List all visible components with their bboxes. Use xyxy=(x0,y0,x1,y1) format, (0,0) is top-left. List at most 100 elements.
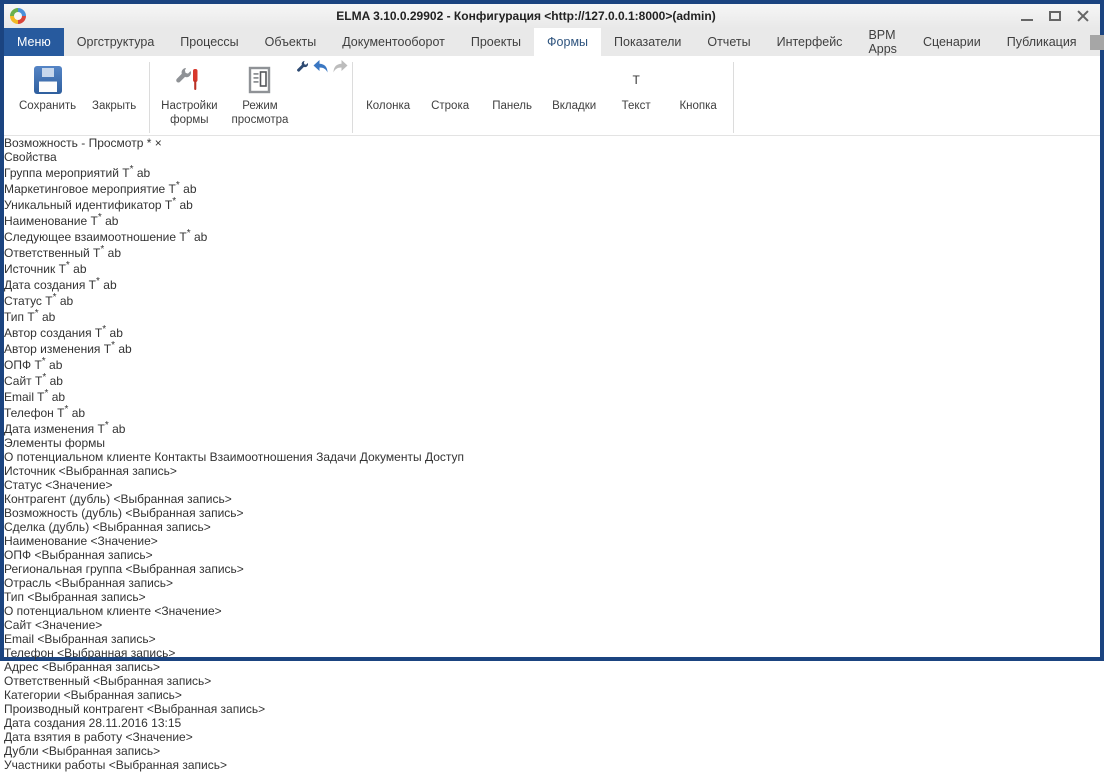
field-value[interactable]: <Выбранная запись> xyxy=(42,660,160,674)
field-value[interactable]: <Выбранная запись> xyxy=(109,758,227,772)
property-row[interactable]: Ответственный T* ab xyxy=(4,244,1100,260)
ab-text-icon[interactable]: ab xyxy=(110,326,123,340)
quick-settings-button[interactable] xyxy=(295,63,312,77)
element-row-button[interactable]: Строка xyxy=(419,60,481,118)
document-tab[interactable]: Возможность - Просмотр * × xyxy=(4,136,162,150)
left-column-panel[interactable]: Источник <Выбранная запись> Статус <Знач… xyxy=(4,464,1100,618)
field-value[interactable]: <Выбранная запись> xyxy=(37,632,155,646)
required-text-icon[interactable]: T* xyxy=(104,342,115,356)
field-value[interactable]: <Значение> xyxy=(45,478,112,492)
required-text-icon[interactable]: T* xyxy=(93,246,104,260)
field-value[interactable]: <Выбранная запись> xyxy=(147,702,265,716)
max-toggle-knob[interactable] xyxy=(1090,35,1104,50)
field-value[interactable]: <Значение> xyxy=(91,534,158,548)
field-value[interactable]: <Выбранная запись> xyxy=(34,548,152,562)
undo-button[interactable] xyxy=(313,63,332,77)
form-field-row[interactable]: Региональная группа <Выбранная запись> xyxy=(4,562,1100,576)
form-tab[interactable]: Задачи xyxy=(316,450,356,464)
ab-text-icon[interactable]: ab xyxy=(108,246,121,260)
ab-text-icon[interactable]: ab xyxy=(50,374,63,388)
form-field-row[interactable]: Адрес <Выбранная запись> xyxy=(4,660,1100,674)
required-text-icon[interactable]: T* xyxy=(165,198,176,212)
field-value[interactable]: <Выбранная запись> xyxy=(64,688,182,702)
menu-tab[interactable]: Меню xyxy=(4,28,64,56)
field-value[interactable]: <Выбранная запись> xyxy=(57,646,175,660)
required-text-icon[interactable]: T* xyxy=(34,358,45,372)
element-tabs-button[interactable]: Вкладки xyxy=(543,60,605,118)
form-field-row[interactable]: Дата взятия в работу <Значение> xyxy=(4,730,1100,744)
ab-text-icon[interactable]: ab xyxy=(103,278,116,292)
form-field-row[interactable]: Участники работы <Выбранная запись> xyxy=(4,758,1100,772)
form-field-row[interactable]: Контрагент (дубль) <Выбранная запись> xyxy=(4,492,1100,506)
property-row[interactable]: Наименование T* ab xyxy=(4,212,1100,228)
save-button[interactable]: Сохранить xyxy=(12,60,83,118)
required-text-icon[interactable]: T* xyxy=(122,166,133,180)
ab-text-icon[interactable]: ab xyxy=(42,310,55,324)
form-field-row[interactable]: О потенциальном клиенте <Значение> xyxy=(4,604,1100,618)
menu-tab[interactable]: Документооборот xyxy=(329,28,458,56)
required-text-icon[interactable]: T* xyxy=(27,310,38,324)
property-row[interactable]: Дата создания T* ab xyxy=(4,276,1100,292)
menu-tab[interactable]: Процессы xyxy=(167,28,251,56)
form-field-row[interactable]: Тип <Выбранная запись> xyxy=(4,590,1100,604)
field-value[interactable]: <Выбранная запись> xyxy=(126,562,244,576)
property-row[interactable]: Автор изменения T* ab xyxy=(4,340,1100,356)
property-row[interactable]: Следующее взаимоотношение T* ab xyxy=(4,228,1100,244)
form-tab[interactable]: Документы xyxy=(360,450,422,464)
form-tab[interactable]: О потенциальном клиенте xyxy=(4,450,151,464)
ab-text-icon[interactable]: ab xyxy=(180,198,193,212)
property-row[interactable]: Email T* ab xyxy=(4,388,1100,404)
required-text-icon[interactable]: T* xyxy=(45,294,56,308)
menu-tab[interactable]: Интерфейс xyxy=(764,28,856,56)
menu-tab[interactable]: Проекты xyxy=(458,28,534,56)
menu-tab[interactable]: Отчеты xyxy=(694,28,763,56)
field-value[interactable]: <Выбранная запись> xyxy=(113,492,231,506)
required-text-icon[interactable]: T* xyxy=(89,278,100,292)
property-row[interactable]: ОПФ T* ab xyxy=(4,356,1100,372)
element-column-button[interactable]: Колонка xyxy=(357,60,419,118)
property-row[interactable]: Статус T* ab xyxy=(4,292,1100,308)
selected-tabs-container[interactable]: О потенциальном клиенте Контакты Взаимоо… xyxy=(4,450,1100,772)
property-row[interactable]: Уникальный идентификатор T* ab xyxy=(4,196,1100,212)
field-value[interactable]: <Выбранная запись> xyxy=(93,674,211,688)
menu-tab[interactable]: Сценарии xyxy=(910,28,994,56)
maximize-button[interactable] xyxy=(1048,10,1062,22)
ab-text-icon[interactable]: ab xyxy=(183,182,196,196)
required-text-icon[interactable]: T* xyxy=(37,390,48,404)
form-field-row[interactable]: Сайт <Значение> xyxy=(4,618,1100,632)
form-tab[interactable]: Доступ xyxy=(425,450,464,464)
property-row[interactable]: Сайт T* ab xyxy=(4,372,1100,388)
ab-text-icon[interactable]: ab xyxy=(137,166,150,180)
ab-text-icon[interactable]: ab xyxy=(72,406,85,420)
required-text-icon[interactable]: T* xyxy=(98,422,109,436)
minimize-button[interactable] xyxy=(1020,10,1034,22)
element-text-button[interactable]: T Текст xyxy=(605,60,667,118)
required-text-icon[interactable]: T* xyxy=(95,326,106,340)
required-text-icon[interactable]: T* xyxy=(169,182,180,196)
form-field-row[interactable]: Телефон <Выбранная запись> xyxy=(4,646,1100,660)
field-value[interactable]: <Выбранная запись> xyxy=(93,520,211,534)
property-row[interactable]: Телефон T* ab xyxy=(4,404,1100,420)
ab-text-icon[interactable]: ab xyxy=(112,422,125,436)
form-field-row[interactable]: Источник <Выбранная запись> xyxy=(4,464,1100,478)
menu-tab[interactable]: BPM Apps xyxy=(855,28,910,56)
document-tab-close-icon[interactable]: × xyxy=(155,136,162,150)
menu-tab[interactable]: Формы xyxy=(534,28,601,56)
ab-text-icon[interactable]: ab xyxy=(194,230,207,244)
form-tab[interactable]: Взаимоотношения xyxy=(210,450,313,464)
required-text-icon[interactable]: T* xyxy=(57,406,68,420)
ab-text-icon[interactable]: ab xyxy=(118,342,131,356)
redo-button[interactable] xyxy=(332,63,348,77)
form-settings-button[interactable]: Настройки формы xyxy=(154,60,224,132)
form-field-row[interactable]: Дубли <Выбранная запись> xyxy=(4,744,1100,758)
form-elements-section[interactable]: Элементы формы xyxy=(4,436,1100,450)
field-value[interactable]: <Выбранная запись> xyxy=(27,590,145,604)
form-field-row[interactable]: Дата создания 28.11.2016 13:15 xyxy=(4,716,1100,730)
property-row[interactable]: Тип T* ab xyxy=(4,308,1100,324)
property-row[interactable]: Маркетинговое мероприятие T* ab xyxy=(4,180,1100,196)
form-field-row[interactable]: Возможность (дубль) <Выбранная запись> xyxy=(4,506,1100,520)
ab-text-icon[interactable]: ab xyxy=(52,390,65,404)
field-value[interactable]: 28.11.2016 13:15 xyxy=(89,716,182,730)
form-field-row[interactable]: Категории <Выбранная запись> xyxy=(4,688,1100,702)
field-value[interactable]: <Выбранная запись> xyxy=(42,744,160,758)
